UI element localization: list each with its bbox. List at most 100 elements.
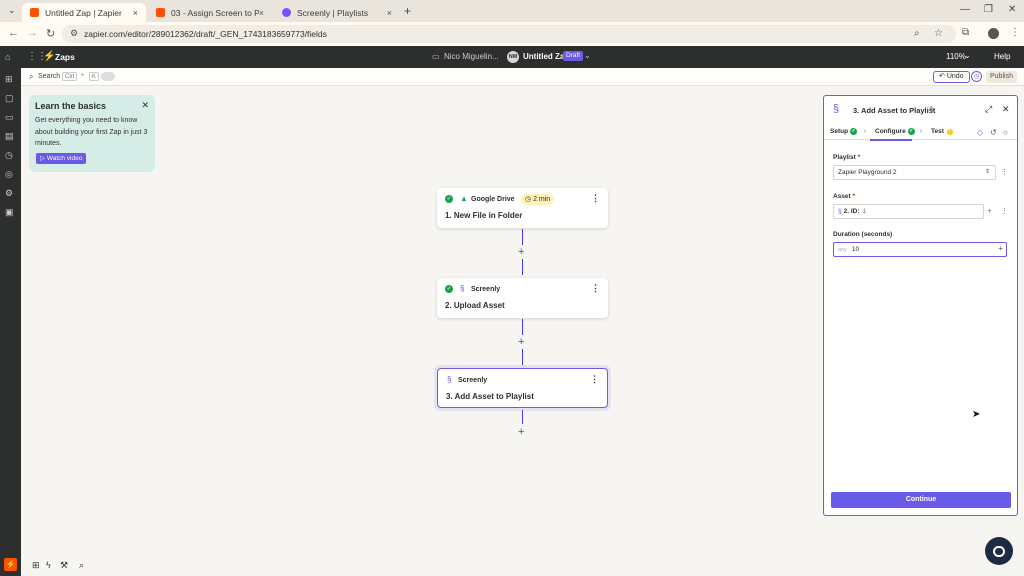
view-toggle[interactable]	[101, 72, 115, 81]
version-history-icon[interactable]: ◷	[971, 71, 982, 82]
check-circle-icon: ✓	[850, 128, 858, 135]
step-app-name: Google Drive	[471, 196, 515, 203]
apps-icon[interactable]: ⊞	[5, 74, 13, 85]
duration-input[interactable]: any 10 +	[833, 242, 1007, 257]
comment-icon[interactable]: ○	[1003, 128, 1008, 137]
screenly-favicon-icon	[282, 8, 291, 17]
browser-tab-screenly-playlists[interactable]: Screenly | Playlists ×	[274, 3, 400, 22]
step-card-3[interactable]: § Screenly ⋮ 3. Add Asset to Playlist	[437, 368, 608, 408]
chat-support-button[interactable]	[985, 537, 1013, 565]
tab-test[interactable]: Test!	[931, 128, 953, 135]
close-icon[interactable]: ✕	[1002, 104, 1010, 115]
asset-label-text: Asset	[833, 193, 851, 200]
canvas-toolbar: ⌕ Search Ctrl + K ↶ Undo ◷ Publish	[21, 68, 1024, 86]
explore-icon[interactable]: ◎	[5, 169, 13, 180]
tab-list-chevron-icon[interactable]: ⌄	[8, 5, 16, 16]
insert-data-icon[interactable]: +	[984, 204, 995, 219]
avatar: NM	[507, 51, 519, 63]
active-tab-indicator	[870, 139, 912, 141]
window-close-icon[interactable]: ✕	[1008, 4, 1016, 15]
edit-pencil-icon[interactable]: ✎	[929, 105, 936, 114]
insert-data-icon[interactable]: +	[998, 242, 1003, 255]
site-info-icon[interactable]: ⚙	[70, 28, 78, 39]
connector-line	[522, 349, 523, 365]
minimize-icon[interactable]: —	[960, 4, 970, 15]
learn-title: Learn the basics	[35, 101, 107, 111]
panel-title: 3. Add Asset to Playlist	[853, 106, 936, 115]
playlist-select[interactable]: Zapier Playground 2 ⇕	[833, 165, 996, 180]
duration-badge: ◷ 2 min	[521, 194, 555, 205]
step-title: 2. Upload Asset	[445, 301, 505, 310]
zapier-favicon-icon	[156, 8, 165, 17]
back-icon[interactable]: ←	[8, 27, 19, 39]
step-config-panel: § 3. Add Asset to Playlist ✎ ⤢ ✕ Setup ✓ …	[823, 95, 1018, 516]
undo-label: Undo	[946, 73, 964, 80]
learn-body: Get everything you need to know about bu…	[35, 117, 148, 147]
watch-video-button[interactable]: ▷ Watch video	[36, 153, 87, 164]
field-menu-icon[interactable]: ⋮	[999, 165, 1010, 180]
zoom-search-icon[interactable]: ⌕	[79, 560, 84, 571]
help-link[interactable]: Help	[994, 52, 1010, 61]
browser-tab-untitled-zap[interactable]: Untitled Zap | Zapier ×	[22, 3, 146, 22]
google-drive-icon: ▲	[460, 194, 468, 203]
add-step-icon[interactable]: +	[518, 427, 524, 438]
screenly-logo-icon: §	[833, 103, 840, 115]
browser-tab-assign-screen[interactable]: 03 - Assign Screen to Pla ×	[148, 3, 272, 22]
reload-icon[interactable]: ↻	[46, 27, 55, 40]
maximize-icon[interactable]: ❐	[984, 4, 993, 15]
browser-menu-icon[interactable]: ⋮	[1010, 27, 1020, 38]
folder-owner[interactable]: Nico Miguelin...	[444, 52, 499, 61]
home-icon[interactable]: ⌂	[5, 52, 10, 62]
archive-icon[interactable]: ▣	[5, 207, 14, 218]
tab-setup[interactable]: Setup ✓	[830, 128, 858, 135]
tab-configure[interactable]: Configure ✓	[875, 128, 915, 135]
extensions-icon[interactable]: ⧉	[962, 27, 969, 38]
asset-field[interactable]: § 2. ID: 1	[833, 204, 984, 219]
rewind-icon[interactable]: ↺	[990, 128, 997, 137]
tools-icon[interactable]: ⚒	[60, 560, 68, 571]
url-bar[interactable]: ⚙ zapier.com/editor/289012362/draft/_GEN…	[62, 25, 956, 43]
publish-button[interactable]: Publish	[986, 71, 1017, 83]
history-icon[interactable]: ◷	[5, 150, 13, 161]
zaps-icon[interactable]: ▢	[5, 93, 14, 104]
add-step-icon[interactable]: +	[518, 247, 524, 258]
tab-title: 03 - Assign Screen to Pla	[171, 7, 259, 18]
interfaces-icon[interactable]: ▭	[5, 112, 14, 123]
new-tab-button[interactable]: +	[404, 4, 411, 18]
close-tab-icon[interactable]: ×	[133, 8, 138, 18]
settings-icon[interactable]: ⚙	[5, 188, 13, 199]
undo-button[interactable]: ↶ Undo	[933, 71, 970, 83]
forward-icon[interactable]: →	[27, 27, 38, 39]
duration-label: Duration (seconds)	[833, 231, 893, 238]
step-menu-icon[interactable]: ⋮	[590, 374, 599, 385]
playlist-label: Playlist *	[833, 154, 861, 161]
zoom-level[interactable]: 110%	[946, 52, 966, 61]
chevron-down-icon[interactable]: ⌄	[584, 51, 591, 60]
search-button[interactable]: Search	[38, 73, 60, 80]
tables-icon[interactable]: ▤	[5, 131, 14, 142]
step-card-2[interactable]: ✓ § Screenly ⋮ 2. Upload Asset	[437, 278, 608, 318]
zoom-lens-icon[interactable]: ⌕	[914, 28, 920, 39]
browser-tab-bar: ⌄ Untitled Zap | Zapier × 03 - Assign Sc…	[0, 0, 1024, 22]
continue-button[interactable]: Continue	[831, 492, 1011, 508]
zoom-chevron-icon[interactable]: ⌄	[964, 51, 971, 60]
field-menu-icon[interactable]: ⋮	[999, 204, 1010, 219]
lightning-icon[interactable]: ϟ	[46, 560, 51, 570]
zaps-link[interactable]: Zaps	[55, 52, 75, 62]
step-app-name: Screenly	[458, 377, 488, 384]
ai-sparkle-icon[interactable]: ◇	[977, 128, 983, 137]
expand-icon[interactable]: ⤢	[985, 104, 992, 115]
panel-tabs: Setup ✓ › Configure ✓ › Test! ◇ ↺ ○	[824, 124, 1017, 140]
close-icon[interactable]: ✕	[141, 100, 149, 111]
close-tab-icon[interactable]: ×	[259, 8, 264, 18]
zapier-logo-icon[interactable]: ⚡	[4, 558, 17, 571]
bookmark-star-icon[interactable]: ☆	[934, 28, 943, 39]
shortcut-key: Ctrl	[62, 72, 78, 81]
step-menu-icon[interactable]: ⋮	[591, 193, 600, 204]
close-tab-icon[interactable]: ×	[387, 8, 392, 18]
step-menu-icon[interactable]: ⋮	[591, 283, 600, 294]
add-step-icon[interactable]: +	[518, 337, 524, 348]
profile-avatar-icon[interactable]	[988, 28, 999, 39]
layout-icon[interactable]: ⊞	[32, 560, 40, 571]
tab-label: Configure	[875, 128, 906, 135]
